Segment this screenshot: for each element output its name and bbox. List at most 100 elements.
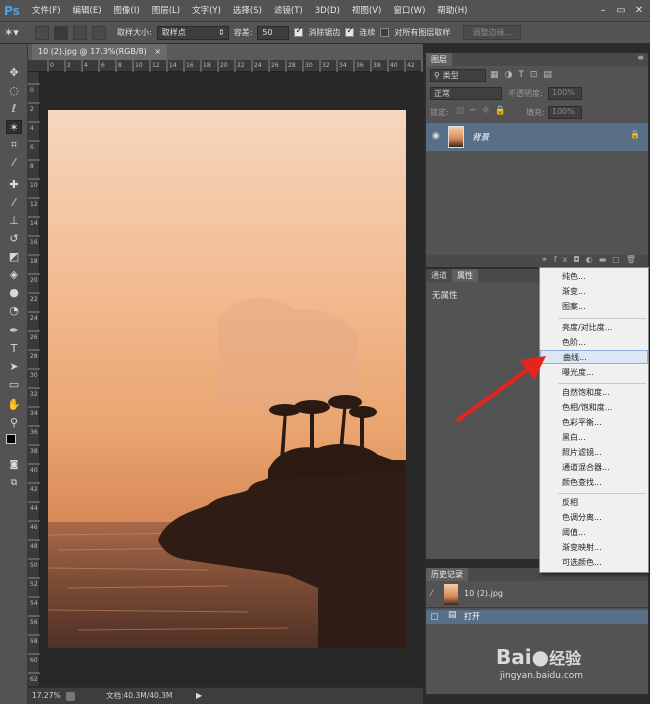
eye-icon[interactable]: ◉ — [432, 131, 440, 141]
ruler-label: 6 — [30, 144, 34, 151]
menu-edit[interactable]: 编辑(E) — [67, 0, 108, 22]
document-tab-bar: 10 (2).jpg @ 17.3%(RGB/8) × — [28, 44, 423, 60]
pen-tool-icon[interactable]: ✒ — [6, 324, 22, 338]
clone-stamp-icon[interactable]: ⊥ — [6, 214, 22, 228]
tab-history[interactable]: 历史记录 — [426, 568, 468, 581]
layer-name[interactable]: 背景 — [472, 131, 489, 143]
close-button[interactable]: ✕ — [632, 4, 646, 18]
menu-item-threshold[interactable]: 阈值... — [540, 526, 648, 540]
menu-item-solid-color[interactable]: 纯色... — [540, 270, 648, 284]
magic-wand-tool-icon[interactable]: ✶ — [6, 120, 22, 134]
blur-tool-icon[interactable]: ● — [6, 286, 22, 300]
antialias-checkbox[interactable] — [294, 26, 304, 37]
minimize-button[interactable]: – — [596, 4, 610, 18]
fill-input[interactable]: 100% — [548, 106, 582, 119]
layer-filter-icons[interactable]: ▦◑T⊡▤ — [490, 70, 558, 80]
tolerance-input[interactable]: 50 — [257, 25, 290, 40]
eraser-tool-icon[interactable]: ◩ — [6, 250, 22, 264]
ruler-label: 12 — [152, 62, 160, 69]
menu-layer[interactable]: 图层(L) — [146, 0, 186, 22]
menu-item-brightness-contrast[interactable]: 亮度/对比度... — [540, 321, 648, 335]
all-layers-checkbox[interactable] — [380, 28, 390, 37]
move-tool-icon[interactable]: ✥ — [6, 66, 22, 80]
menu-image[interactable]: 图像(I) — [108, 0, 146, 22]
paint-bucket-icon[interactable]: ◈ — [6, 268, 22, 282]
magic-wand-preset-icon[interactable]: ✶▾ — [4, 25, 30, 41]
menu-item-exposure[interactable]: 曝光度... — [540, 366, 648, 380]
history-brush-source-icon[interactable]: ⁄ — [431, 589, 433, 599]
menu-type[interactable]: 文字(Y) — [186, 0, 227, 22]
menu-item-hue-saturation[interactable]: 色相/饱和度... — [540, 401, 648, 415]
contiguous-checkbox[interactable] — [345, 26, 355, 37]
panel-menu-icon[interactable]: ≡ — [637, 53, 644, 62]
menu-filter[interactable]: 滤镜(T) — [268, 0, 309, 22]
menu-item-selective-color[interactable]: 可选颜色... — [540, 556, 648, 570]
history-step-checkbox[interactable] — [431, 613, 438, 620]
layers-panel: 图层 ≡ ⚲ 类型 ▦◑T⊡▤ 正常 不透明度: 100% 锁定: ▨✒✥🔒 填… — [425, 52, 649, 268]
menu-item-channel-mixer[interactable]: 通道混合器... — [540, 461, 648, 475]
path-select-icon[interactable]: ➤ — [6, 360, 22, 374]
menu-item-curves[interactable]: 曲线... — [540, 350, 648, 364]
menu-item-pattern[interactable]: 图案... — [540, 300, 648, 314]
ruler-label: 38 — [30, 448, 38, 455]
layer-row-background[interactable]: ◉ 背景 🔒 — [426, 123, 648, 151]
tab-layers[interactable]: 图层 — [426, 53, 452, 66]
menu-item-gradient[interactable]: 渐变... — [540, 285, 648, 299]
open-document-icon: ▤ — [448, 610, 457, 620]
dodge-tool-icon[interactable]: ◔ — [6, 304, 22, 318]
add-selection-icon[interactable] — [54, 25, 68, 40]
menu-item-posterize[interactable]: 色调分离... — [540, 511, 648, 525]
menu-item-black-white[interactable]: 黑白... — [540, 431, 648, 445]
restore-button[interactable]: ▭ — [614, 4, 628, 18]
crop-tool-icon[interactable]: ⌗ — [6, 138, 22, 152]
menu-3d[interactable]: 3D(D) — [309, 0, 346, 22]
status-icon[interactable] — [66, 692, 75, 701]
zoom-tool-icon[interactable]: ⚲ — [6, 416, 22, 430]
blend-mode-select[interactable]: 正常 — [430, 87, 502, 100]
menu-help[interactable]: 帮助(H) — [431, 0, 473, 22]
tab-properties[interactable]: 属性 — [452, 269, 478, 282]
sunset-photo[interactable] — [48, 110, 406, 648]
menu-file[interactable]: 文件(F) — [26, 0, 67, 22]
hand-tool-icon[interactable]: ✋ — [6, 398, 22, 412]
history-brush-icon[interactable]: ↺ — [6, 232, 22, 246]
foreground-color-swatch[interactable] — [6, 434, 16, 444]
menu-window[interactable]: 窗口(W) — [387, 0, 431, 22]
menu-select[interactable]: 选择(S) — [227, 0, 268, 22]
sunset-photo-graphic — [48, 110, 406, 648]
history-snapshot[interactable]: ⁄ 10 (2).jpg — [426, 582, 648, 608]
layer-actions-bar[interactable]: ⚭fx◘◐▬▢🗑 — [426, 255, 648, 267]
quick-mask-icon[interactable]: ◙ — [6, 458, 22, 472]
lasso-tool-icon[interactable]: ℓ — [6, 102, 22, 116]
menu-view[interactable]: 视图(V) — [346, 0, 387, 22]
menu-item-levels[interactable]: 色阶... — [540, 336, 648, 350]
rectangle-tool-icon[interactable]: ▭ — [6, 378, 22, 392]
opacity-input[interactable]: 100% — [548, 87, 582, 100]
tab-channels[interactable]: 通道 — [426, 269, 452, 282]
marquee-tool-icon[interactable]: ◌ — [6, 84, 22, 98]
menu-item-color-balance[interactable]: 色彩平衡... — [540, 416, 648, 430]
history-step[interactable]: ▤ 打开 — [426, 610, 648, 624]
new-selection-icon[interactable] — [35, 25, 49, 40]
document-tab[interactable]: 10 (2).jpg @ 17.3%(RGB/8) × — [32, 44, 167, 60]
screen-mode-icon[interactable]: ⧉ — [6, 476, 22, 490]
menu-item-color-lookup[interactable]: 颜色查找... — [540, 476, 648, 490]
refine-edge-button[interactable]: 调整边缘... — [463, 25, 522, 40]
menu-item-gradient-map[interactable]: 渐变映射... — [540, 541, 648, 555]
status-menu-arrow-icon[interactable]: ▶ — [196, 688, 202, 704]
eyedropper-tool-icon[interactable]: ⁄ — [6, 156, 22, 170]
menu-item-invert[interactable]: 反相 — [540, 496, 648, 510]
zoom-level[interactable]: 17.27% — [32, 688, 61, 704]
brush-tool-icon[interactable]: ⁄ — [6, 196, 22, 210]
intersect-selection-icon[interactable] — [92, 25, 106, 40]
menu-item-photo-filter[interactable]: 照片滤镜... — [540, 446, 648, 460]
close-tab-icon[interactable]: × — [154, 47, 161, 56]
subtract-selection-icon[interactable] — [73, 25, 87, 40]
type-tool-icon[interactable]: T — [6, 342, 22, 356]
healing-brush-icon[interactable]: ✚ — [6, 178, 22, 192]
menu-item-vibrance[interactable]: 自然饱和度... — [540, 386, 648, 400]
ruler-label: 48 — [30, 543, 38, 550]
layer-filter-select[interactable]: ⚲ 类型 — [430, 69, 486, 82]
sample-size-select[interactable]: 取样点 ⇕ — [156, 25, 229, 40]
lock-icons[interactable]: ▨✒✥🔒 — [456, 106, 511, 116]
